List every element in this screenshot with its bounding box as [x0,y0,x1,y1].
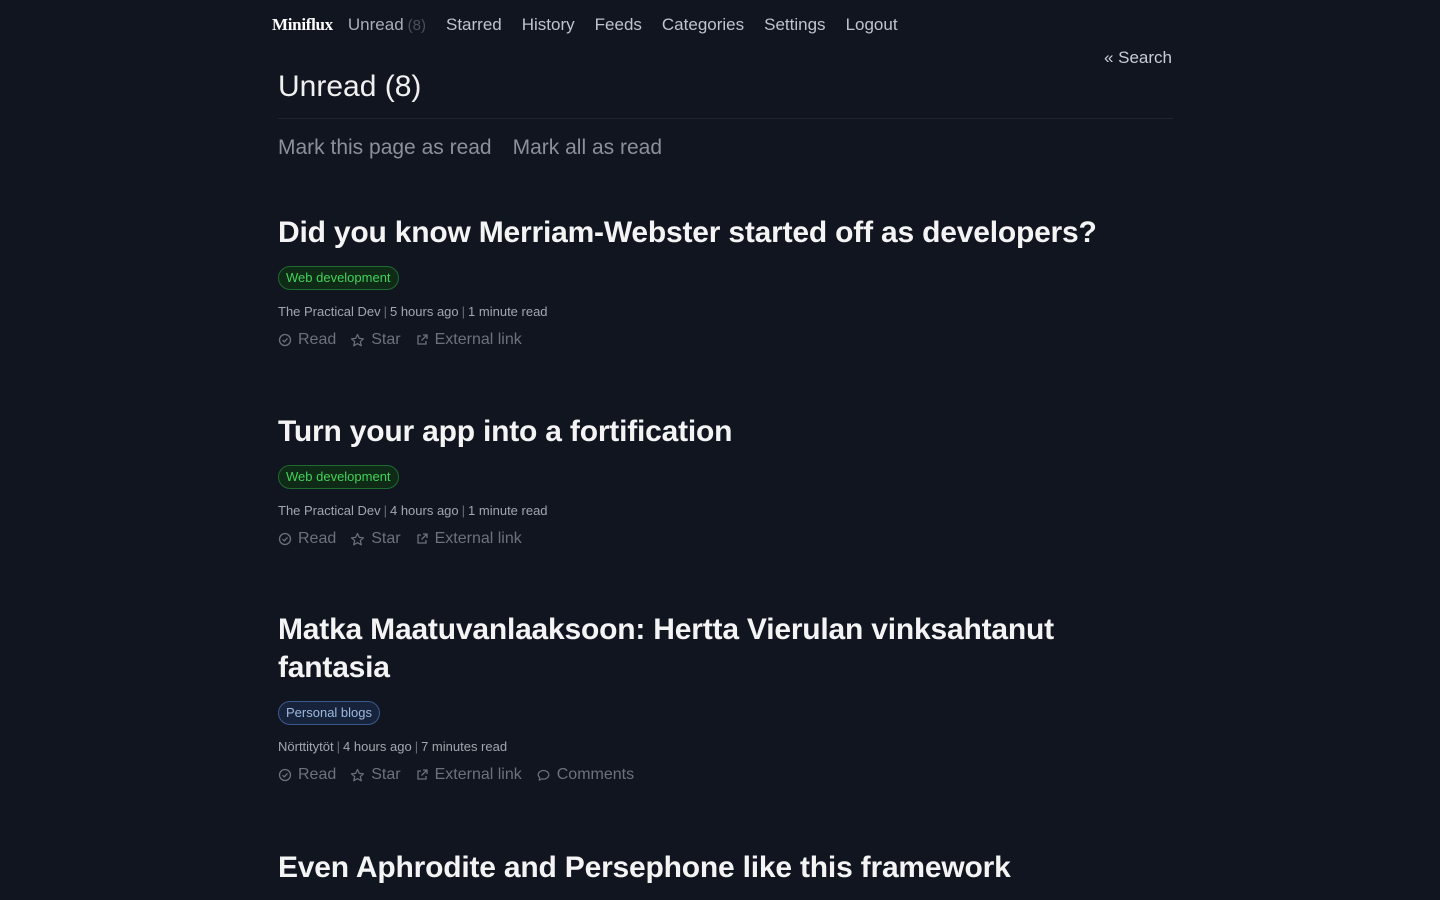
entry-time: 4 hours ago [389,503,459,518]
nav-categories[interactable]: Categories [662,15,744,35]
entry-meta: The Practical Dev | 4 hours ago | 1 minute r… [278,503,548,518]
comments-label: Comments [556,766,635,783]
check-circle-icon [278,768,292,782]
feed-name-link[interactable]: The Practical Dev [278,304,381,319]
read-label: Read [298,766,337,783]
external-link-label: External link [434,530,522,547]
nav-logout[interactable]: Logout [846,15,898,35]
reading-time: 1 minute read [468,503,548,518]
entry-item: Did you know Merriam-Webster started off… [278,214,1158,349]
header-divider [278,118,1173,119]
entry-meta: Nörttitytöt | 4 hours ago | 7 minutes read [278,739,508,754]
search-link[interactable]: « Search [1104,48,1172,68]
entry-actions: Read Star External link Comments [278,766,1158,784]
star-button[interactable]: Star [350,530,401,548]
star-icon [351,333,365,346]
star-label: Star [371,530,401,547]
entry-item: Even Aphrodite and Persephone like this … [278,849,1158,887]
entry-actions: Read Star External link [278,331,1158,349]
external-link-icon [416,334,428,345]
category-badge[interactable]: Web development [278,266,399,290]
category-badge[interactable]: Personal blogs [278,701,380,725]
page-title: Unread (8) [278,70,422,103]
feed-name-link[interactable]: The Practical Dev [278,503,381,518]
check-circle-icon [278,333,292,347]
external-link-icon [416,533,428,544]
star-button[interactable]: Star [350,331,401,349]
page-actions: Mark this page as read Mark all as read [278,136,683,160]
mark-page-read-link[interactable]: Mark this page as read [278,136,492,160]
reading-time: 7 minutes read [421,739,508,754]
external-link-label: External link [434,766,522,783]
star-label: Star [371,331,401,348]
entry-time: 4 hours ago [343,739,412,754]
entry-item: Matka Maatuvanlaaksoon: Hertta Vierulan … [278,611,1158,784]
mark-read-button[interactable]: Read [278,766,336,784]
mark-read-button[interactable]: Read [278,331,336,349]
external-link-label: External link [434,331,522,348]
nav-starred[interactable]: Starred [446,15,502,35]
read-label: Read [298,530,337,547]
entry-time: 5 hours ago [389,304,459,319]
category-badge[interactable]: Web development [278,465,399,489]
entry-meta: The Practical Dev | 5 hours ago | 1 minute r… [278,304,548,319]
read-label: Read [298,331,337,348]
comment-icon [537,769,550,781]
mark-all-read-link[interactable]: Mark all as read [513,136,662,160]
nav-feeds[interactable]: Feeds [595,15,642,35]
star-icon [351,768,365,781]
star-icon [351,532,365,545]
star-button[interactable]: Star [350,766,401,784]
top-navigation: Miniflux Unread (8) Starred History Feeds… [272,12,918,38]
entry-title-link[interactable]: Even Aphrodite and Persephone like this … [278,849,1158,887]
mark-read-button[interactable]: Read [278,530,336,548]
nav-unread-count: (8) [407,17,426,34]
entry-title-link[interactable]: Matka Maatuvanlaaksoon: Hertta Vierulan … [278,611,1158,687]
star-label: Star [371,766,401,783]
entry-item: Turn your app into a fortification Web d… [278,413,1158,548]
entry-title-link[interactable]: Did you know Merriam-Webster started off… [278,214,1158,252]
check-circle-icon [278,532,292,546]
external-link-button[interactable]: External link [415,766,522,784]
logo[interactable]: Miniflux [272,15,333,35]
comments-button[interactable]: Comments [536,766,634,784]
nav-settings[interactable]: Settings [764,15,825,35]
nav-unread[interactable]: Unread (8) [348,15,426,35]
external-link-icon [416,769,428,780]
reading-time: 1 minute read [468,304,548,319]
external-link-button[interactable]: External link [415,530,522,548]
nav-unread-label: Unread [347,15,404,34]
external-link-button[interactable]: External link [415,331,522,349]
entry-title-link[interactable]: Turn your app into a fortification [278,413,1158,451]
nav-history[interactable]: History [522,15,575,35]
entry-actions: Read Star External link [278,530,1158,548]
feed-name-link[interactable]: Nörttitytöt [278,739,334,754]
